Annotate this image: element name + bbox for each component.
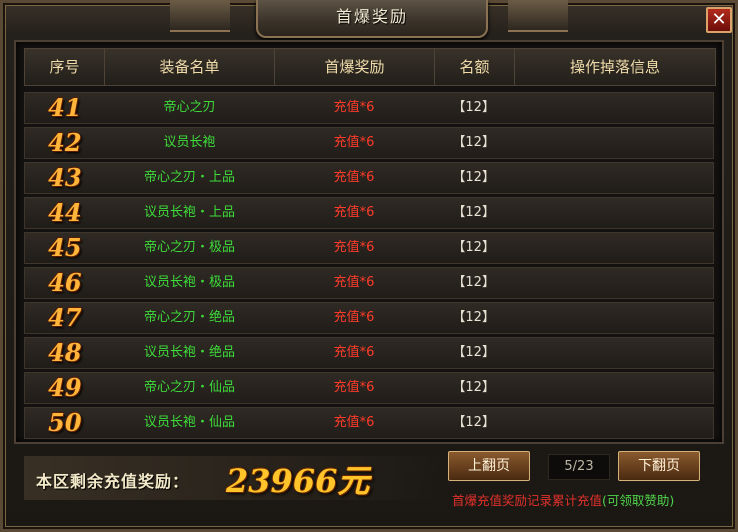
header-index: 序号: [25, 49, 105, 85]
row-index: 45: [48, 233, 82, 262]
row-index: 44: [48, 198, 82, 227]
row-reward: 充值*6: [333, 415, 375, 430]
header-info: 操作掉落信息: [569, 58, 660, 76]
title-ornament-left: [170, 0, 230, 32]
row-reward: 充值*6: [333, 205, 375, 220]
row-drop-info: [514, 302, 713, 334]
row-item-name: 帝心之刃・上品: [144, 170, 236, 185]
row-quota: 【12】: [452, 415, 495, 430]
recharge-note: 首爆充值奖励记录累计充值(可领取赞助): [452, 490, 674, 509]
row-item-name: 议员长袍・上品: [144, 205, 236, 220]
recharge-note-text: 首爆充值奖励记录累计充值: [452, 493, 603, 508]
remain-label: 本区剩余充值奖励：: [36, 472, 190, 491]
row-reward: 充值*6: [333, 100, 375, 115]
row-reward: 充值*6: [333, 310, 375, 325]
page-indicator: 5/23: [548, 454, 610, 480]
row-index: 48: [48, 338, 82, 367]
header-quota: 名额: [435, 49, 515, 85]
close-button[interactable]: ✕: [706, 7, 732, 33]
table-row: 45 帝心之刃・极品 充值*6 【12】: [24, 232, 714, 264]
row-reward: 充值*6: [333, 240, 375, 255]
table-row: 48 议员长袍・绝品 充值*6 【12】: [24, 337, 714, 369]
table-row: 41 帝心之刃 充值*6 【12】: [24, 92, 714, 124]
table-row: 49 帝心之刃・仙品 充值*6 【12】: [24, 372, 714, 404]
row-reward: 充值*6: [333, 275, 375, 290]
next-page-button[interactable]: 下翻页: [618, 451, 700, 481]
row-index: 41: [48, 93, 82, 122]
row-drop-info: [514, 92, 713, 124]
table-row: 50 议员长袍・仙品 充值*6 【12】: [24, 407, 714, 439]
row-drop-info: [514, 337, 713, 369]
row-reward: 充值*6: [333, 170, 375, 185]
row-index: 49: [48, 373, 82, 402]
row-drop-info: [514, 162, 713, 194]
table-row: 44 议员长袍・上品 充值*6 【12】: [24, 197, 714, 229]
row-reward: 充值*6: [333, 380, 375, 395]
row-quota: 【12】: [452, 240, 495, 255]
table-row: 47 帝心之刃・绝品 充值*6 【12】: [24, 302, 714, 334]
row-item-name: 议员长袍・极品: [144, 275, 236, 290]
row-index: 46: [48, 268, 82, 297]
remain-value: 23966元: [226, 462, 370, 500]
row-item-name: 帝心之刃・绝品: [144, 310, 236, 325]
row-index: 43: [48, 163, 82, 192]
row-quota: 【12】: [452, 275, 495, 290]
row-quota: 【12】: [452, 135, 495, 150]
row-reward: 充值*6: [333, 345, 375, 360]
close-icon: ✕: [711, 9, 727, 30]
row-quota: 【12】: [452, 380, 495, 395]
row-item-name: 议员长袍: [163, 135, 216, 150]
row-quota: 【12】: [452, 345, 495, 360]
sponsor-claim-text: (可领取赞助): [602, 493, 675, 508]
row-quota: 【12】: [452, 205, 495, 220]
title-ornament-right: [508, 0, 568, 32]
table-row: 43 帝心之刃・上品 充值*6 【12】: [24, 162, 714, 194]
row-index: 47: [48, 303, 82, 332]
footer-bar: 本区剩余充值奖励： 23966元 上翻页 5/23 下翻页 首爆充值奖励记录累计…: [14, 448, 724, 528]
row-drop-info: [514, 372, 713, 404]
header-reward: 首爆奖励: [275, 49, 435, 85]
row-item-name: 议员长袍・仙品: [144, 415, 236, 430]
table-header: 序号 装备名单 首爆奖励 名额 操作掉落信息: [24, 48, 716, 86]
row-drop-info: [514, 127, 713, 159]
row-quota: 【12】: [452, 100, 495, 115]
title-tab: 首爆奖励: [256, 0, 488, 38]
row-quota: 【12】: [452, 170, 495, 185]
row-reward: 充值*6: [333, 135, 375, 150]
row-drop-info: [514, 267, 713, 299]
table-body: 41 帝心之刃 充值*6 【12】 42 议员长袍 充值*6 【12】 43 帝…: [24, 92, 714, 442]
table-row: 46 议员长袍・极品 充值*6 【12】: [24, 267, 714, 299]
row-index: 50: [48, 408, 82, 437]
row-item-name: 帝心之刃・仙品: [144, 380, 236, 395]
table-row: 42 议员长袍 充值*6 【12】: [24, 127, 714, 159]
row-drop-info: [514, 232, 713, 264]
row-index: 42: [48, 128, 82, 157]
reward-table-panel: 序号 装备名单 首爆奖励 名额 操作掉落信息 41 帝心之刃 充值*6 【12】…: [14, 40, 724, 444]
row-quota: 【12】: [452, 310, 495, 325]
header-item: 装备名单: [105, 49, 275, 85]
row-drop-info: [514, 407, 713, 439]
prev-page-button[interactable]: 上翻页: [448, 451, 530, 481]
row-item-name: 帝心之刃: [163, 100, 216, 115]
row-item-name: 帝心之刃・极品: [144, 240, 236, 255]
dialog-title: 首爆奖励: [335, 7, 408, 26]
row-drop-info: [514, 197, 713, 229]
row-item-name: 议员长袍・绝品: [144, 345, 236, 360]
